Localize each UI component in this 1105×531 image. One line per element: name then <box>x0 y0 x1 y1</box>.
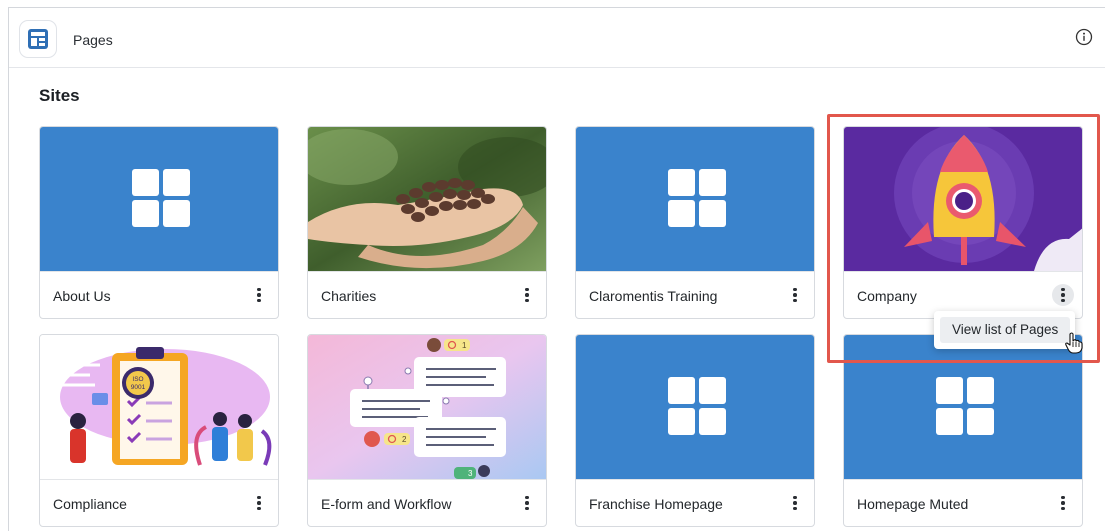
more-options-icon[interactable] <box>1052 492 1074 514</box>
site-card-claromentis-training[interactable]: Claromentis Training <box>575 126 815 319</box>
site-thumbnail[interactable] <box>576 127 814 271</box>
site-thumbnail[interactable] <box>576 335 814 479</box>
more-options-icon[interactable] <box>784 284 806 306</box>
page-title: Pages <box>73 32 113 48</box>
card-footer: Compliance <box>40 479 278 526</box>
card-label[interactable]: Charities <box>321 288 376 304</box>
view-list-of-pages-menu-item[interactable]: View list of Pages <box>940 317 1070 343</box>
site-card-about-us[interactable]: About Us <box>39 126 279 319</box>
workflow-illustration: 1 2 3 <box>308 335 546 479</box>
site-card-charities[interactable]: Charities <box>307 126 547 319</box>
pages-app-icon <box>19 20 57 58</box>
card-footer: About Us <box>40 271 278 318</box>
card-footer: Claromentis Training <box>576 271 814 318</box>
grid-icon <box>668 377 726 435</box>
header-bar: Pages <box>9 8 1105 68</box>
iso-badge-text: ISO <box>132 376 143 383</box>
card-footer: Homepage Muted <box>844 479 1082 526</box>
card-label[interactable]: Claromentis Training <box>589 288 717 304</box>
badge-count-3: 3 <box>468 469 473 478</box>
hands-beans-photo <box>308 127 546 271</box>
card-label[interactable]: Franchise Homepage <box>589 496 723 512</box>
more-options-icon[interactable] <box>516 492 538 514</box>
site-thumbnail[interactable]: ISO 9001 <box>40 335 278 479</box>
clipboard-iso-illustration: ISO 9001 <box>50 347 272 466</box>
grid-icon <box>936 377 994 435</box>
card-label[interactable]: E-form and Workflow <box>321 496 451 512</box>
card-footer: E-form and Workflow <box>308 479 546 526</box>
card-label[interactable]: Homepage Muted <box>857 496 968 512</box>
card-label[interactable]: Compliance <box>53 496 127 512</box>
info-icon[interactable] <box>1075 28 1093 46</box>
site-thumbnail[interactable] <box>308 127 546 271</box>
site-thumbnail[interactable] <box>40 127 278 271</box>
iso-badge-number: 9001 <box>131 384 146 391</box>
card-footer: Charities <box>308 271 546 318</box>
more-options-icon[interactable] <box>516 284 538 306</box>
card-label[interactable]: About Us <box>53 288 111 304</box>
card-footer: Franchise Homepage <box>576 479 814 526</box>
more-options-icon[interactable] <box>248 492 270 514</box>
more-options-icon[interactable] <box>784 492 806 514</box>
site-card-compliance[interactable]: ISO 9001 Compliance <box>39 334 279 527</box>
grid-icon <box>132 169 190 227</box>
hand-cursor-icon <box>1065 332 1083 354</box>
badge-count-1: 1 <box>462 341 467 350</box>
site-thumbnail[interactable]: 1 2 3 <box>308 335 546 479</box>
card-options-menu: View list of Pages <box>934 311 1075 349</box>
site-card-franchise-homepage[interactable]: Franchise Homepage <box>575 334 815 527</box>
sites-heading: Sites <box>39 86 80 105</box>
badge-count-2: 2 <box>402 435 407 444</box>
grid-icon <box>668 169 726 227</box>
site-card-eform-workflow[interactable]: 1 2 3 E-form and Workflow <box>307 334 547 527</box>
more-options-icon[interactable] <box>248 284 270 306</box>
